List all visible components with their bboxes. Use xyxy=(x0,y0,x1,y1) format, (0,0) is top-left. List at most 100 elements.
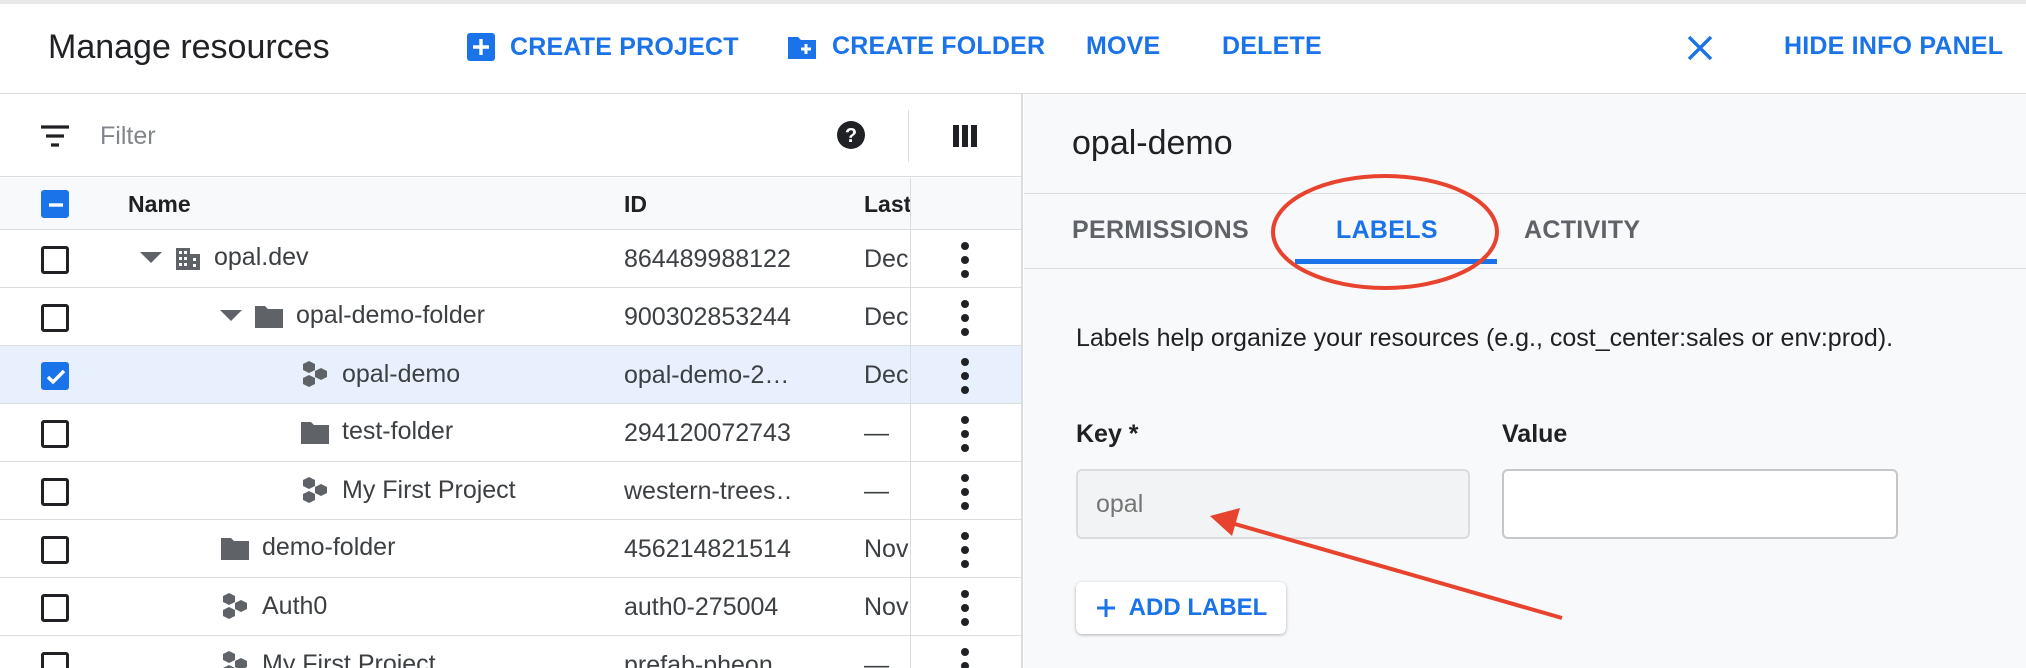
delete-button[interactable]: DELETE xyxy=(1222,32,1322,61)
row-checkbox[interactable] xyxy=(41,652,69,668)
row-name-cell: opal-demo xyxy=(300,359,460,389)
resource-name[interactable]: demo-folder xyxy=(262,533,395,562)
row-checkbox[interactable] xyxy=(41,246,69,274)
close-icon xyxy=(1687,35,1713,61)
project-icon xyxy=(220,649,250,668)
row-checkbox[interactable] xyxy=(41,304,69,332)
resource-last-accessed: Dec xyxy=(864,245,909,273)
move-label: MOVE xyxy=(1086,32,1161,60)
tab-labels[interactable]: LABELS xyxy=(1336,216,1438,245)
resource-last-accessed: Dec xyxy=(864,303,909,331)
resource-id: western-trees… xyxy=(624,477,794,505)
check-icon xyxy=(46,369,66,385)
row-name-cell: My First Project xyxy=(220,649,436,668)
table-row[interactable]: Auth0 auth0-275004 Nov xyxy=(0,578,1021,636)
resource-id: 864489988122 xyxy=(624,245,791,273)
resource-name[interactable]: My First Project xyxy=(262,650,436,668)
filter-input[interactable] xyxy=(100,116,800,156)
resource-last-accessed: Dec xyxy=(864,361,909,389)
filter-icon[interactable] xyxy=(40,124,70,148)
expand-caret-icon[interactable] xyxy=(140,252,162,263)
more-actions-icon[interactable] xyxy=(958,300,972,336)
tab-permissions[interactable]: PERMISSIONS xyxy=(1072,216,1249,245)
table-row[interactable]: demo-folder 456214821514 Nov xyxy=(0,520,1021,578)
resource-last-accessed: — xyxy=(864,477,889,505)
top-action-bar: Manage resources CREATE PROJECT CREATE F… xyxy=(0,0,2026,94)
create-project-label: CREATE PROJECT xyxy=(510,32,739,61)
help-icon[interactable]: ? xyxy=(836,120,866,150)
resource-id: opal-demo-2… xyxy=(624,361,790,389)
delete-label: DELETE xyxy=(1222,32,1322,60)
row-name-cell: My First Project xyxy=(300,475,516,505)
select-all-checkbox[interactable] xyxy=(41,190,69,218)
resource-id: 900302853244 xyxy=(624,303,791,331)
resource-name[interactable]: opal.dev xyxy=(214,243,309,272)
table-row[interactable]: My First Project prefab-pheon… — xyxy=(0,636,1021,668)
row-checkbox[interactable] xyxy=(41,478,69,506)
resource-name[interactable]: My First Project xyxy=(342,476,516,505)
add-label-button[interactable]: ADD LABEL xyxy=(1076,582,1286,634)
indeterminate-icon xyxy=(49,203,63,207)
column-header-id[interactable]: ID xyxy=(624,191,647,218)
value-input[interactable] xyxy=(1502,469,1898,539)
more-actions-icon[interactable] xyxy=(958,242,972,278)
column-display-icon[interactable] xyxy=(952,124,978,148)
more-actions-icon[interactable] xyxy=(958,532,972,568)
move-button[interactable]: MOVE xyxy=(1086,32,1160,61)
row-checkbox[interactable] xyxy=(41,536,69,564)
value-label: Value xyxy=(1502,420,1568,448)
resource-name[interactable]: opal-demo-folder xyxy=(296,301,485,330)
folder-icon xyxy=(300,419,330,445)
tab-activity[interactable]: ACTIVITY xyxy=(1524,216,1640,245)
more-actions-icon[interactable] xyxy=(958,416,972,452)
resource-last-accessed: — xyxy=(864,651,889,668)
more-actions-icon[interactable] xyxy=(958,648,972,668)
create-project-button[interactable]: CREATE PROJECT xyxy=(466,32,739,62)
filter-bar: ? xyxy=(0,94,1021,177)
resource-id: 456214821514 xyxy=(624,535,791,563)
add-box-icon xyxy=(467,33,495,61)
more-actions-icon[interactable] xyxy=(958,474,972,510)
row-name-cell: demo-folder xyxy=(220,533,395,562)
key-input[interactable] xyxy=(1076,469,1470,539)
row-name-cell: test-folder xyxy=(300,417,453,446)
labels-description: Labels help organize your resources (e.g… xyxy=(1076,324,1894,352)
row-checkbox[interactable] xyxy=(41,594,69,622)
expand-caret-icon[interactable] xyxy=(220,310,242,321)
hide-info-panel-label: HIDE INFO PANEL xyxy=(1784,32,2004,60)
row-name-cell: Auth0 xyxy=(220,591,327,621)
row-checkbox[interactable] xyxy=(41,420,69,448)
info-panel: opal-demo PERMISSIONS LABELS ACTIVITY La… xyxy=(1024,94,2026,668)
project-icon xyxy=(300,475,330,505)
resource-name[interactable]: opal-demo xyxy=(342,360,460,389)
create-folder-label: CREATE FOLDER xyxy=(832,32,1046,60)
create-folder-button[interactable]: CREATE FOLDER xyxy=(786,32,1045,61)
svg-text:?: ? xyxy=(845,125,857,147)
column-header-last[interactable]: Last xyxy=(864,191,911,218)
table-row[interactable]: opal-demo opal-demo-2… Dec xyxy=(0,346,1021,404)
resource-id: 294120072743 xyxy=(624,419,791,447)
add-label-text: ADD LABEL xyxy=(1128,594,1268,621)
row-checkbox[interactable] xyxy=(41,362,69,390)
close-button[interactable] xyxy=(1686,34,1714,62)
folder-icon xyxy=(254,303,284,329)
resource-list-panel: ? Name ID Last opal.dev864489988122Decop… xyxy=(0,94,1023,668)
more-actions-icon[interactable] xyxy=(958,590,972,626)
hide-info-panel-button[interactable]: HIDE INFO PANEL xyxy=(1784,32,2003,61)
create-folder-icon xyxy=(788,36,816,59)
table-row[interactable]: opal.dev 864489988122 Dec xyxy=(0,230,1021,288)
resource-last-accessed: — xyxy=(864,419,889,447)
table-row[interactable]: test-folder 294120072743 — xyxy=(0,404,1021,462)
info-panel-tabs: PERMISSIONS LABELS ACTIVITY xyxy=(1024,193,2026,269)
row-name-cell: opal-demo-folder xyxy=(220,301,485,330)
resource-name[interactable]: Auth0 xyxy=(262,592,327,621)
table-row[interactable]: opal-demo-folder 900302853244 Dec xyxy=(0,288,1021,346)
active-tab-indicator xyxy=(1295,259,1497,264)
table-row[interactable]: My First Project western-trees… — xyxy=(0,462,1021,520)
more-actions-icon[interactable] xyxy=(958,358,972,394)
folder-icon xyxy=(220,535,250,561)
page-title: Manage resources xyxy=(48,28,330,66)
column-header-name[interactable]: Name xyxy=(128,191,191,218)
toolbar-divider xyxy=(908,110,909,162)
resource-name[interactable]: test-folder xyxy=(342,417,453,446)
